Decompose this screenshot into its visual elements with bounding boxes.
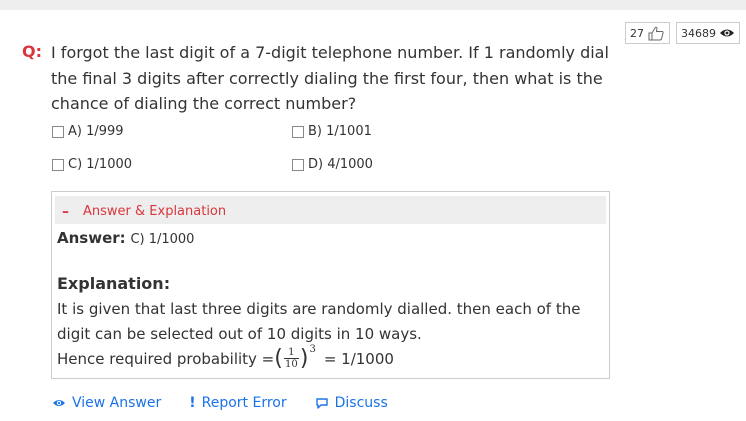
eye-icon	[53, 400, 65, 406]
question-label: Q:	[22, 42, 42, 61]
answer-explanation-panel: – Answer & Explanation Answer: C) 1/1000…	[51, 191, 610, 379]
chat-bubble-icon	[315, 398, 328, 409]
view-answer-label: View Answer	[72, 395, 162, 411]
right-paren: )	[299, 345, 309, 371]
top-bar	[0, 0, 746, 10]
exclamation-icon: !	[189, 395, 196, 411]
probability-prefix: Hence required probability =	[57, 349, 275, 368]
report-error-link[interactable]: ! Report Error	[189, 395, 286, 411]
action-links: View Answer ! Report Error Discuss	[52, 395, 416, 411]
likes-counter[interactable]: 27	[625, 22, 670, 44]
option-a-label: A) 1/999	[68, 124, 124, 139]
exponent: 3	[309, 344, 316, 355]
eye-icon	[720, 29, 734, 37]
views-counter: 34689	[676, 22, 740, 44]
option-d[interactable]: D) 4/1000	[292, 157, 373, 172]
option-a[interactable]: A) 1/999	[52, 124, 124, 139]
discuss-link[interactable]: Discuss	[315, 395, 388, 411]
fraction-denominator: 10	[284, 359, 298, 370]
views-count: 34689	[681, 26, 716, 40]
probability-result: = 1/1000	[323, 349, 394, 368]
answer-explanation-title: Answer & Explanation	[83, 204, 227, 219]
thumbs-up-icon	[648, 26, 664, 40]
answer-line: Answer: C) 1/1000	[57, 229, 194, 247]
collapse-icon: –	[62, 204, 69, 220]
probability-line: Hence required probability = ( 1 10 ) 3 …	[57, 344, 394, 371]
answer-value: C) 1/1000	[130, 232, 195, 247]
option-c-label: C) 1/1000	[68, 157, 133, 172]
option-b[interactable]: B) 1/1001	[292, 124, 372, 139]
answer-explanation-toggle[interactable]: – Answer & Explanation	[55, 196, 606, 224]
fraction-numerator: 1	[288, 347, 295, 358]
fraction: 1 10	[283, 347, 299, 370]
stats-bar: 27 34689	[625, 22, 740, 44]
explanation-title: Explanation:	[57, 274, 171, 293]
option-c-checkbox[interactable]	[52, 158, 64, 171]
report-error-label: Report Error	[201, 395, 287, 411]
option-d-checkbox[interactable]	[292, 158, 304, 171]
question-text: I forgot the last digit of a 7-digit tel…	[51, 43, 609, 113]
view-answer-link[interactable]: View Answer	[52, 395, 161, 411]
option-c[interactable]: C) 1/1000	[52, 157, 132, 172]
option-d-label: D) 4/1000	[308, 157, 373, 172]
option-b-label: B) 1/1001	[308, 124, 372, 139]
likes-count: 27	[630, 26, 644, 40]
discuss-label: Discuss	[334, 395, 388, 411]
left-paren: (	[274, 345, 283, 371]
explanation-text: It is given that last three digits are r…	[57, 300, 581, 343]
answer-label: Answer:	[57, 229, 126, 247]
option-a-checkbox[interactable]	[52, 125, 64, 138]
option-b-checkbox[interactable]	[292, 125, 304, 138]
